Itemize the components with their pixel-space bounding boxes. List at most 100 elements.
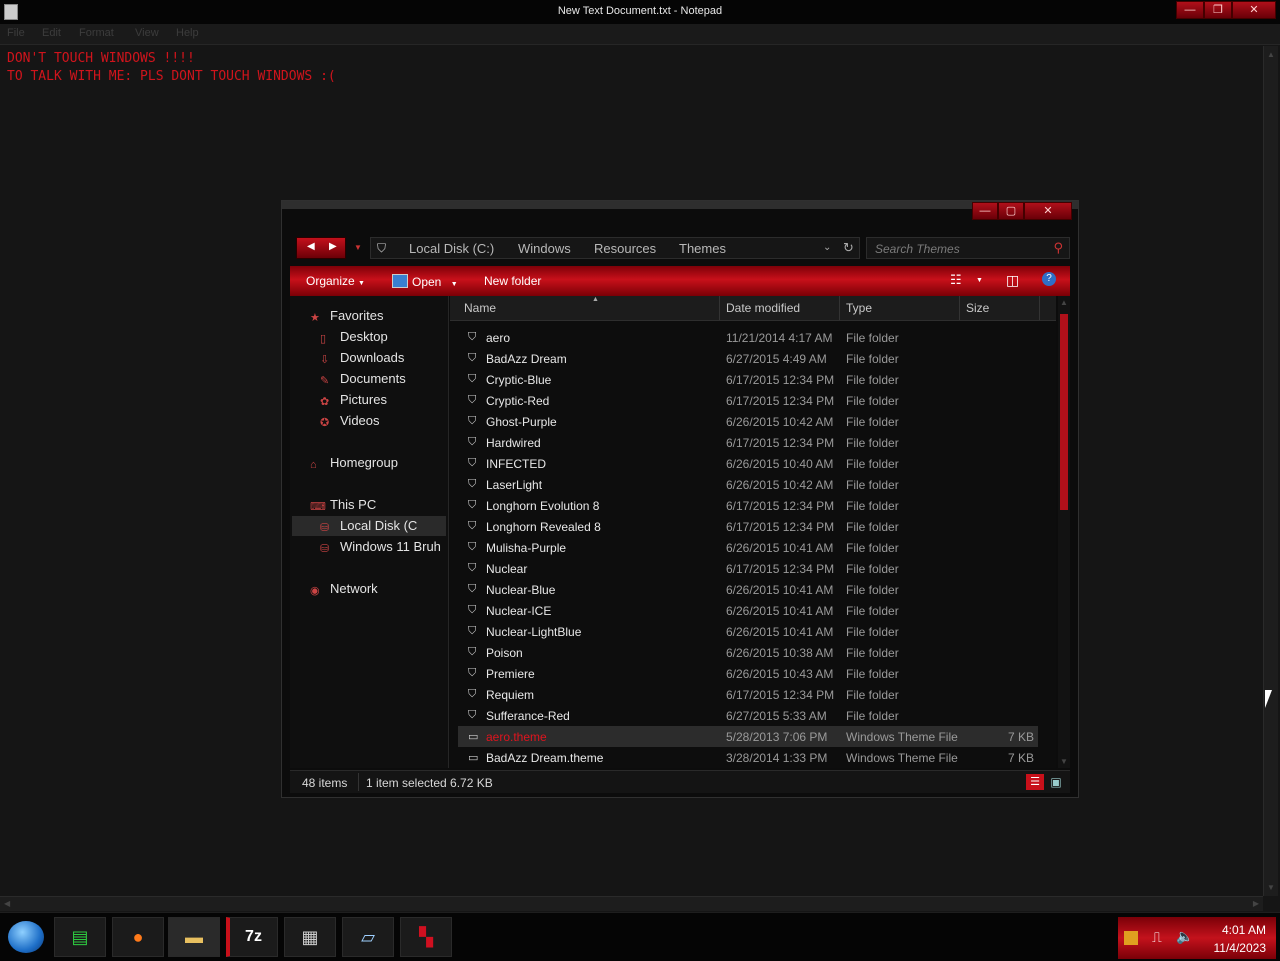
- restore-button[interactable]: ❐: [1204, 1, 1232, 19]
- table-row[interactable]: ⛉ Cryptic-Blue 6/17/2015 12:34 PM File fold…: [458, 369, 1038, 390]
- table-row[interactable]: ⛉ LaserLight 6/26/2015 10:42 AM File folder: [458, 474, 1038, 495]
- file-date: 6/17/2015 12:34 PM: [726, 520, 835, 534]
- table-row[interactable]: ⛉ Nuclear-ICE 6/26/2015 10:41 AM File folde…: [458, 600, 1038, 621]
- nav-homegroup[interactable]: ⌂ Homegroup: [310, 455, 398, 471]
- table-row[interactable]: ⛉ Longhorn Revealed 8 6/17/2015 12:34 PM Fi…: [458, 516, 1038, 537]
- table-row[interactable]: ⛉ Nuclear-LightBlue 6/26/2015 10:41 AM File…: [458, 621, 1038, 642]
- scroll-left-icon[interactable]: ◀: [4, 899, 10, 908]
- network-tray-icon[interactable]: ⎍: [1152, 929, 1162, 946]
- file-name: Nuclear-Blue: [486, 583, 556, 597]
- table-row[interactable]: ⛉ aero 11/21/2014 4:17 AM File folder: [458, 327, 1038, 348]
- column-date[interactable]: Date modified: [720, 296, 840, 320]
- address-dropdown-icon[interactable]: ⌄: [823, 242, 831, 253]
- preview-pane-icon[interactable]: ◫: [1006, 272, 1019, 289]
- nav-desktop[interactable]: ▯ Desktop: [320, 329, 388, 345]
- menu-file[interactable]: File: [7, 27, 25, 39]
- menu-help[interactable]: Help: [176, 27, 199, 39]
- table-row[interactable]: ⛉ BadAzz Dream 6/27/2015 4:49 AM File folde…: [458, 348, 1038, 369]
- recent-pages-dropdown-icon[interactable]: ▼: [354, 243, 362, 252]
- explorer-minimize-button[interactable]: —: [972, 202, 998, 220]
- file-type: File folder: [846, 415, 899, 429]
- scroll-right-icon[interactable]: ▶: [1253, 899, 1259, 908]
- file-type: File folder: [846, 394, 899, 408]
- table-row[interactable]: ⛉ Longhorn Evolution 8 6/17/2015 12:34 PM F…: [458, 495, 1038, 516]
- file-date: 6/17/2015 12:34 PM: [726, 373, 835, 387]
- scroll-up-icon[interactable]: ▲: [1267, 50, 1275, 59]
- table-row[interactable]: ⛉ Cryptic-Red 6/17/2015 12:34 PM File folde…: [458, 390, 1038, 411]
- large-icons-view-icon[interactable]: ▣: [1048, 774, 1064, 790]
- column-size[interactable]: Size: [960, 296, 1040, 320]
- tray-app-icon[interactable]: [1124, 931, 1138, 945]
- open-button[interactable]: Open ▼: [392, 274, 458, 289]
- refresh-icon[interactable]: ↻: [843, 240, 854, 256]
- menu-edit[interactable]: Edit: [42, 27, 61, 39]
- help-icon[interactable]: ?: [1042, 272, 1056, 286]
- nav-windows11-drive[interactable]: ⛁ Windows 11 Bruh: [320, 539, 441, 555]
- view-options-icon[interactable]: ☷: [950, 272, 962, 288]
- file-name: Ghost-Purple: [486, 415, 557, 429]
- scroll-down-icon[interactable]: ▼: [1060, 757, 1068, 766]
- taskbar-7zip-icon[interactable]: 7z: [226, 917, 278, 957]
- explorer-close-button[interactable]: ✕: [1024, 202, 1072, 220]
- table-row[interactable]: ⛉ Premiere 6/26/2015 10:43 AM File folder: [458, 663, 1038, 684]
- breadcrumb-local-disk[interactable]: Local Disk (C:): [409, 241, 494, 256]
- taskbar-firefox-icon[interactable]: ●: [112, 917, 164, 957]
- nav-label: Windows 11 Bruh: [340, 539, 441, 554]
- start-button[interactable]: [8, 921, 44, 953]
- nav-pictures[interactable]: ✿ Pictures: [320, 392, 387, 408]
- scroll-down-icon[interactable]: ▼: [1267, 883, 1275, 892]
- table-row[interactable]: ⛉ Ghost-Purple 6/26/2015 10:42 AM File fold…: [458, 411, 1038, 432]
- notepad-text-area[interactable]: DON'T TOUCH WINDOWS !!!! TO TALK WITH ME:…: [7, 50, 336, 86]
- clock-time[interactable]: 4:01 AM: [1222, 923, 1266, 937]
- organize-button[interactable]: Organize ▼: [306, 274, 365, 288]
- taskbar-sticky-notes-icon[interactable]: ▤: [54, 917, 106, 957]
- table-row[interactable]: ⛉ Mulisha-Purple 6/26/2015 10:41 AM File fo…: [458, 537, 1038, 558]
- table-row[interactable]: ⛉ Requiem 6/17/2015 12:34 PM File folder: [458, 684, 1038, 705]
- search-box[interactable]: Search Themes ⚲: [866, 237, 1070, 259]
- clock-date[interactable]: 11/4/2023: [1214, 941, 1267, 955]
- column-name[interactable]: Name ▲: [458, 296, 720, 320]
- table-row[interactable]: ⛉ INFECTED 6/26/2015 10:40 AM File folder: [458, 453, 1038, 474]
- nav-videos[interactable]: ✪ Videos: [320, 413, 380, 429]
- table-row[interactable]: ⛉ Nuclear-Blue 6/26/2015 10:41 AM File fold…: [458, 579, 1038, 600]
- taskbar-notepad-icon[interactable]: ▱: [342, 917, 394, 957]
- nav-this-pc[interactable]: ⌨ This PC: [310, 497, 376, 513]
- address-bar[interactable]: ⛉ Local Disk (C:) Windows Resources Them…: [370, 237, 860, 259]
- column-type[interactable]: Type: [840, 296, 960, 320]
- forward-arrow-icon[interactable]: ▶: [329, 241, 337, 252]
- table-row[interactable]: ▭ BadAzz Dream.theme 3/28/2014 1:33 PM Wind…: [458, 747, 1038, 768]
- nav-downloads[interactable]: ⇩ Downloads: [320, 350, 404, 366]
- new-folder-button[interactable]: New folder: [484, 274, 541, 288]
- table-row[interactable]: ⛉ Nuclear 6/17/2015 12:34 PM File folder: [458, 558, 1038, 579]
- breadcrumb-themes[interactable]: Themes: [679, 241, 726, 256]
- nav-favorites[interactable]: ★ Favorites: [310, 308, 383, 324]
- taskbar-file-explorer-icon[interactable]: ▬: [168, 917, 220, 957]
- back-arrow-icon[interactable]: ◀: [307, 241, 315, 252]
- table-row[interactable]: ⛉ Hardwired 6/17/2015 12:34 PM File folder: [458, 432, 1038, 453]
- breadcrumb-windows[interactable]: Windows: [518, 241, 571, 256]
- close-button[interactable]: ✕: [1232, 1, 1276, 19]
- search-icon[interactable]: ⚲: [1053, 240, 1063, 256]
- taskbar-red-app-icon[interactable]: ▚: [400, 917, 452, 957]
- menu-format[interactable]: Format: [79, 27, 114, 39]
- nav-documents[interactable]: ✎ Documents: [320, 371, 406, 387]
- breadcrumb-resources[interactable]: Resources: [594, 241, 656, 256]
- scroll-thumb[interactable]: [1060, 314, 1068, 510]
- notepad-vertical-scrollbar[interactable]: ▲ ▼: [1263, 46, 1278, 896]
- volume-icon[interactable]: 🔈: [1176, 928, 1193, 945]
- table-row[interactable]: ⛉ Sufferance-Red 6/27/2015 5:33 AM File fol…: [458, 705, 1038, 726]
- details-view-icon[interactable]: ☰: [1026, 774, 1044, 790]
- nav-local-disk[interactable]: ⛁ Local Disk (C: [320, 518, 417, 534]
- nav-network[interactable]: ◉ Network: [310, 581, 378, 597]
- table-row[interactable]: ⛉ Poison 6/26/2015 10:38 AM File folder: [458, 642, 1038, 663]
- table-row[interactable]: ▭ aero.theme 5/28/2013 7:06 PM Windows Them…: [458, 726, 1038, 747]
- minimize-button[interactable]: —: [1176, 1, 1204, 19]
- explorer-maximize-button[interactable]: ▢: [998, 202, 1024, 220]
- menu-view[interactable]: View: [135, 27, 159, 39]
- notepad-horizontal-scrollbar[interactable]: ◀ ▶: [0, 896, 1263, 911]
- file-date: 6/26/2015 10:41 AM: [726, 604, 834, 618]
- file-list-scrollbar[interactable]: ▲ ▼: [1058, 296, 1070, 768]
- scroll-up-icon[interactable]: ▲: [1060, 298, 1068, 307]
- view-dropdown-icon[interactable]: ▼: [976, 277, 983, 284]
- taskbar-app-icon[interactable]: ▦: [284, 917, 336, 957]
